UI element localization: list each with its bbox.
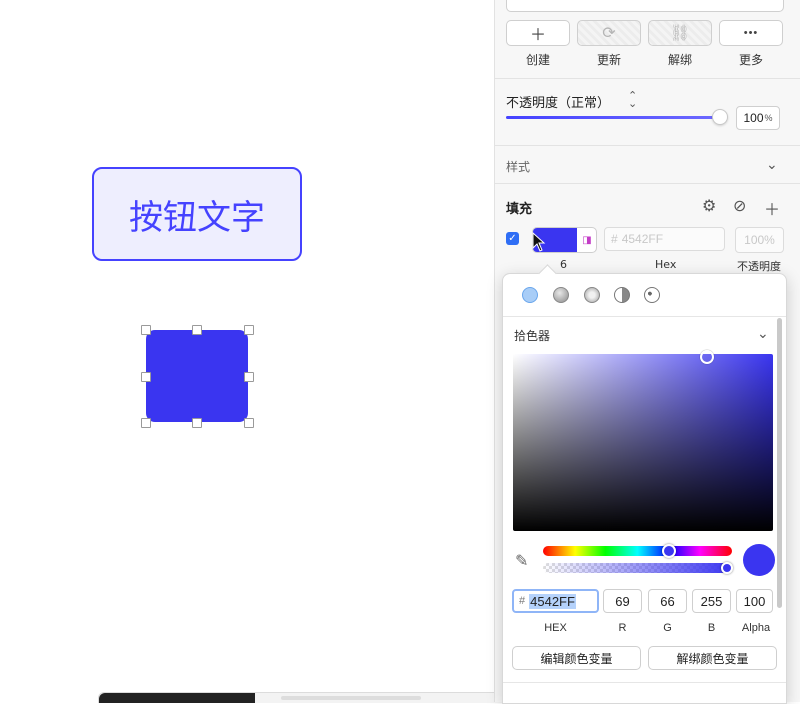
chevron-updown-icon[interactable]: ⌃ ⌄ bbox=[628, 91, 637, 110]
mouse-cursor-icon bbox=[532, 231, 546, 257]
unbind-component-button[interactable]: ⛓ 解绑 bbox=[648, 20, 712, 68]
fill-hex-placeholder: 4542FF bbox=[621, 232, 664, 246]
resize-handle-bottom-left[interactable] bbox=[141, 418, 151, 428]
color-preview-circle bbox=[743, 544, 775, 576]
blue-input[interactable]: 255 bbox=[692, 589, 731, 613]
resize-handle-top[interactable] bbox=[192, 325, 202, 335]
opacity-value: 100 bbox=[743, 111, 764, 125]
green-value: 66 bbox=[660, 593, 675, 609]
divider bbox=[495, 183, 800, 184]
opacity-input[interactable]: 100% bbox=[736, 106, 780, 130]
scrollbar[interactable] bbox=[777, 318, 782, 608]
resize-handle-left[interactable] bbox=[141, 372, 151, 382]
style-section-label: 样式 bbox=[506, 160, 531, 174]
update-component-button[interactable]: ⟳ 更新 bbox=[577, 20, 641, 68]
opacity-mode-label[interactable]: 不透明度（正常） bbox=[506, 92, 610, 111]
solid-fill-mode-icon[interactable] bbox=[522, 287, 538, 303]
fill-hex-field[interactable]: #4542FF bbox=[604, 227, 725, 251]
resize-handle-bottom-right[interactable] bbox=[244, 418, 254, 428]
chevron-down-icon[interactable]: ⌄ bbox=[757, 325, 769, 342]
unbind-color-variable-button[interactable]: 解绑颜色变量 bbox=[648, 646, 777, 670]
bottom-toolbar-pill bbox=[281, 696, 421, 700]
selected-rectangle-layer[interactable] bbox=[146, 330, 248, 422]
resize-handle-bottom[interactable] bbox=[192, 418, 202, 428]
divider bbox=[503, 316, 786, 317]
create-label: 创建 bbox=[525, 53, 550, 67]
green-input[interactable]: 66 bbox=[648, 589, 687, 613]
hex-input[interactable]: #4542FF bbox=[512, 589, 599, 613]
fill-opacity-label: 不透明度 bbox=[737, 260, 781, 273]
unlink-icon: ⛓ bbox=[648, 20, 712, 46]
fill-opacity-field[interactable]: 100% bbox=[735, 227, 784, 253]
color-picker-title: 拾色器 bbox=[514, 329, 551, 343]
radial-gradient-mode-icon[interactable] bbox=[584, 287, 600, 303]
hex-label: HEX bbox=[544, 622, 567, 634]
more-button[interactable]: ••• 更多 bbox=[719, 20, 783, 68]
color-variable-icon: ◨ bbox=[582, 234, 592, 246]
opacity-unit: % bbox=[764, 113, 773, 123]
plus-icon: ＋ bbox=[506, 20, 570, 46]
hash-icon: # bbox=[611, 232, 618, 246]
more-icon: ••• bbox=[719, 20, 783, 46]
edit-color-variable-button[interactable]: 编辑颜色变量 bbox=[512, 646, 641, 670]
fill-color-label: 6 bbox=[560, 258, 567, 271]
add-fill-icon[interactable]: ＋ bbox=[764, 196, 780, 220]
hex-label: Hex bbox=[655, 258, 677, 271]
hash-icon: # bbox=[519, 595, 526, 607]
fill-section-label: 填充 bbox=[506, 202, 533, 217]
unbind-label: 解绑 bbox=[667, 53, 692, 67]
style-link-icon[interactable]: ⊘ bbox=[733, 196, 746, 216]
red-input[interactable]: 69 bbox=[603, 589, 642, 613]
alpha-value: 100 bbox=[743, 593, 766, 609]
alpha-label: Alpha bbox=[741, 622, 771, 634]
alpha-slider-knob[interactable] bbox=[721, 562, 733, 574]
more-label: 更多 bbox=[738, 53, 763, 67]
fill-enabled-checkbox[interactable]: ✓ bbox=[506, 232, 519, 245]
divider bbox=[503, 682, 786, 683]
saturation-value-handle[interactable] bbox=[700, 350, 714, 364]
image-fill-mode-icon[interactable] bbox=[644, 287, 660, 303]
update-label: 更新 bbox=[596, 53, 621, 67]
alpha-slider[interactable] bbox=[543, 563, 732, 573]
design-canvas[interactable]: 按钮文字 bbox=[0, 0, 704, 703]
resize-handle-top-left[interactable] bbox=[141, 325, 151, 335]
hex-value: 4542FF bbox=[529, 593, 576, 609]
saturation-value-area[interactable] bbox=[513, 354, 773, 531]
top-field[interactable] bbox=[506, 0, 784, 12]
hue-slider[interactable] bbox=[543, 546, 732, 556]
blue-value: 255 bbox=[700, 593, 723, 609]
red-value: 69 bbox=[615, 593, 630, 609]
opacity-slider-knob[interactable] bbox=[712, 109, 728, 125]
chevron-down-icon[interactable]: ⌄ bbox=[766, 156, 778, 173]
divider bbox=[495, 145, 800, 146]
resize-handle-top-right[interactable] bbox=[244, 325, 254, 335]
opacity-slider[interactable] bbox=[506, 116, 720, 119]
gear-icon[interactable]: ⚙ bbox=[702, 196, 716, 216]
color-picker-popover[interactable]: 拾色器 ⌄ ✎ #4542FF 69 66 255 100 HEX R G B … bbox=[502, 264, 787, 704]
divider bbox=[495, 78, 800, 79]
button-sample-text: 按钮文字 bbox=[129, 197, 265, 238]
linear-gradient-mode-icon[interactable] bbox=[553, 287, 569, 303]
button-sample-layer[interactable]: 按钮文字 bbox=[92, 167, 302, 261]
create-component-button[interactable]: ＋ 创建 bbox=[506, 20, 570, 68]
refresh-icon: ⟳ bbox=[577, 20, 641, 46]
alpha-input[interactable]: 100 bbox=[736, 589, 773, 613]
green-label: G bbox=[663, 622, 672, 634]
hue-slider-knob[interactable] bbox=[662, 544, 676, 558]
angular-gradient-mode-icon[interactable] bbox=[614, 287, 630, 303]
resize-handle-right[interactable] bbox=[244, 372, 254, 382]
blue-label: B bbox=[707, 622, 716, 634]
fill-opacity-placeholder: 100% bbox=[744, 233, 775, 247]
red-label: R bbox=[618, 622, 627, 634]
eyedropper-icon[interactable]: ✎ bbox=[515, 551, 528, 571]
